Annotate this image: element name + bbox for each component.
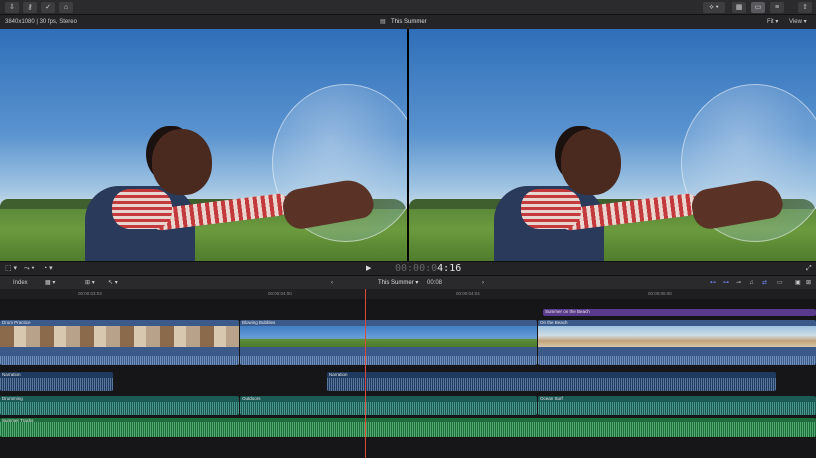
- timeline-settings-icon[interactable]: ▣: [795, 276, 801, 290]
- insert-icon[interactable]: ⊷: [710, 276, 716, 290]
- video-clip-drum-practice[interactable]: Drum Practice: [0, 320, 239, 365]
- effects-icon[interactable]: ⤳ ▾: [24, 262, 35, 276]
- library-grid-icon[interactable]: ▦: [732, 2, 746, 13]
- audio-clip-narration-2[interactable]: Narration: [327, 372, 776, 391]
- video-clip-blowing-bubbles[interactable]: Blowing Bubbles: [240, 320, 537, 365]
- close-icon[interactable]: ⊠: [806, 276, 811, 290]
- playback-bar: ⬚ ▾ ⤳ ▾ ◔ ▾ ▶ 00:00:04:16 ⤢: [0, 261, 816, 275]
- viewer-frame-left: [0, 29, 407, 261]
- tag-icon[interactable]: ⌂: [59, 2, 73, 13]
- keywords-icon[interactable]: ⚷: [23, 2, 37, 13]
- index-button[interactable]: Index: [13, 276, 28, 290]
- inspector-icon[interactable]: ▭: [751, 2, 765, 13]
- timeline: Summer on the Beach Drum Practice Blowin…: [0, 299, 816, 458]
- audio-clip-narration-1[interactable]: Narration: [0, 372, 113, 391]
- music-clip-drumming[interactable]: Drumming: [0, 396, 239, 415]
- music-clip-summer-tracks[interactable]: Summer Tracks: [0, 418, 816, 437]
- music-clip-ocean-surf[interactable]: Ocean Surf: [538, 396, 816, 415]
- playhead[interactable]: [365, 289, 366, 458]
- import-icon[interactable]: ⇩: [5, 2, 19, 13]
- clip-appearance-icon[interactable]: ▦ ▾: [45, 276, 55, 290]
- video-clip-on-the-beach[interactable]: On the Beach: [538, 320, 816, 365]
- crop-icon[interactable]: ⬚ ▾: [5, 262, 17, 276]
- viewer: [0, 29, 816, 261]
- trim-icon[interactable]: ⊞ ▾: [85, 276, 95, 290]
- checkmark-icon[interactable]: ✓: [41, 2, 55, 13]
- play-button[interactable]: ▶: [366, 262, 371, 276]
- clip-view-icon[interactable]: ▭: [777, 276, 783, 290]
- top-toolbar: ⇩ ⚷ ✓ ⌂ ⟡ ▾ ▦ ▭ ≡ ⇧: [0, 0, 816, 15]
- select-tool-icon[interactable]: ↖ ▾: [108, 276, 118, 290]
- viewer-header: 3840x1080 | 30 fps, Stereo ▤ This Summer…: [0, 15, 816, 29]
- back-arrow-icon[interactable]: ‹: [331, 276, 333, 290]
- fullscreen-icon[interactable]: ⤢: [806, 262, 812, 276]
- forward-arrow-icon[interactable]: ›: [482, 276, 484, 290]
- share-icon[interactable]: ⇧: [798, 2, 812, 13]
- speed-icon[interactable]: ◔ ▾: [43, 262, 53, 276]
- append-icon[interactable]: ⊶: [723, 276, 729, 290]
- viewer-title: This Summer: [391, 19, 427, 25]
- keyframe-icon[interactable]: ⟡ ▾: [703, 2, 725, 13]
- music-clip-outdoors[interactable]: Outdoors: [240, 396, 537, 415]
- headphones-icon[interactable]: ♫: [749, 276, 754, 290]
- ruler-tick: 00:00:05:00: [648, 291, 672, 296]
- timeline-header: Index ▦ ▾ ⊞ ▾ ↖ ▾ ‹ This Summer ▾ 00:08 …: [0, 275, 816, 289]
- format-info: 3840x1080 | 30 fps, Stereo: [5, 19, 77, 25]
- project-name-menu[interactable]: This Summer ▾: [378, 276, 418, 290]
- title-clip[interactable]: Summer on the Beach: [543, 309, 816, 316]
- ruler-tick: 00:00:04:04: [456, 291, 480, 296]
- adjust-icon[interactable]: ≡: [770, 2, 784, 13]
- film-icon: ▤: [380, 19, 386, 25]
- timeline-ruler[interactable]: 00:00:03:03 00:00:04:00 00:00:04:04 00:0…: [0, 289, 816, 299]
- final-cut-window: ⇩ ⚷ ✓ ⌂ ⟡ ▾ ▦ ▭ ≡ ⇧ 3840x1080 | 30 fps, …: [0, 0, 816, 458]
- fit-menu[interactable]: Fit ▾: [767, 15, 778, 29]
- snapping-icon[interactable]: ⇄: [762, 276, 767, 290]
- project-duration: 00:08: [427, 280, 443, 286]
- ruler-tick: 00:00:04:00: [268, 291, 292, 296]
- view-menu[interactable]: View ▾: [789, 15, 807, 29]
- viewer-frame-right: [409, 29, 816, 261]
- overwrite-icon[interactable]: ⊸: [736, 276, 741, 290]
- timecode-display: 00:00:04:16: [395, 263, 462, 274]
- ruler-tick: 00:00:03:03: [78, 291, 102, 296]
